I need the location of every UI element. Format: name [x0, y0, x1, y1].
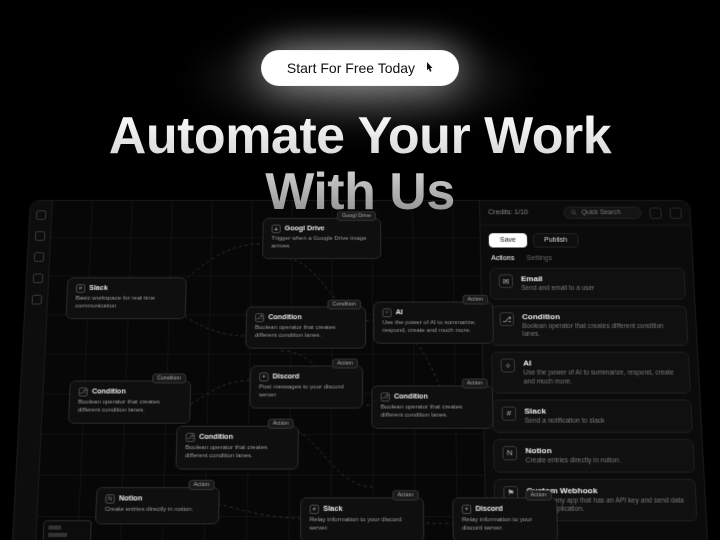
hero: Start For Free Today Automate Your Work …	[0, 0, 720, 220]
node-desc: Create entries directly in notion.	[105, 507, 210, 515]
discord-icon: ✦	[462, 505, 472, 514]
cta-label: Start For Free Today	[287, 60, 415, 76]
minimap[interactable]	[42, 520, 92, 540]
node-notion[interactable]: Action NNotion Create entries directly i…	[95, 487, 220, 524]
node-chip: Action	[392, 490, 419, 500]
publish-button[interactable]: Publish	[533, 233, 579, 247]
node-title: Slack	[89, 285, 108, 292]
notion-icon: N	[105, 494, 115, 503]
hero-headline: Automate Your Work With Us	[0, 108, 720, 220]
condition-icon: ⎇	[499, 312, 514, 326]
tool-minus-icon[interactable]	[33, 252, 44, 262]
action-condition[interactable]: ⎇ Condition Boolean operator that creates…	[490, 306, 688, 346]
action-title: Slack	[524, 406, 604, 415]
panel-tabs: Actions Settings	[481, 249, 693, 265]
node-title: AI	[396, 309, 403, 316]
tool-layers-icon[interactable]	[31, 295, 42, 305]
slack-icon: #	[310, 505, 320, 514]
discord-icon: ✦	[259, 373, 268, 382]
node-chip: Action	[188, 480, 215, 490]
node-desc: Post messages to your discord server	[259, 384, 354, 399]
headline-line-1: Automate Your Work	[109, 107, 611, 165]
branch-icon: ⎇	[381, 392, 390, 401]
action-desc: Send and email to a user	[521, 285, 595, 293]
pointer-cursor-icon	[421, 60, 437, 76]
node-desc: Boolean operator that creates different …	[381, 405, 485, 420]
email-icon: ✉	[499, 274, 513, 288]
workflow-canvas[interactable]: Googl Drive ▲Googl Drive Trigger when a …	[35, 201, 485, 540]
node-discord-2[interactable]: Action ✦Discord Relay information to you…	[452, 497, 558, 540]
node-title: Slack	[323, 506, 342, 513]
node-chip: Condition	[327, 300, 361, 310]
node-chip: Condition	[152, 374, 186, 384]
node-title: Condition	[92, 388, 126, 395]
node-discord-1[interactable]: Action ✦Discord Post messages to your di…	[249, 366, 363, 409]
node-desc: Use the power of AI to summarize, respon…	[382, 320, 484, 335]
node-desc: Boolean operator that creates different …	[255, 325, 357, 340]
action-email[interactable]: ✉ Email Send and email to a user	[489, 268, 686, 300]
tool-frame-icon[interactable]	[32, 273, 43, 283]
tool-plus-icon[interactable]	[34, 231, 45, 241]
node-condition-4[interactable]: Action ⎇Condition Boolean operator that …	[175, 426, 299, 470]
node-desc: Trigger when a Google Drive image arrive…	[271, 236, 372, 250]
action-title: Notion	[525, 446, 620, 455]
node-chip: Action	[525, 490, 552, 500]
node-desc: Boolean operator that creates different …	[185, 445, 289, 460]
slack-icon: #	[76, 284, 86, 293]
action-title: Email	[521, 274, 594, 283]
node-title: Condition	[199, 434, 233, 441]
ai-icon: ✧	[500, 359, 515, 373]
node-desc: Relay information to your discord server…	[462, 517, 549, 533]
node-desc: Boolean operator that creates different …	[78, 400, 182, 415]
branch-icon: ⎇	[185, 433, 195, 442]
tab-actions[interactable]: Actions	[491, 255, 514, 262]
action-title: Condition	[522, 312, 678, 321]
node-chip: Action	[267, 419, 293, 429]
start-free-button[interactable]: Start For Free Today	[261, 50, 459, 86]
branch-icon: ⎇	[255, 313, 264, 322]
slack-icon: #	[502, 406, 517, 420]
node-chip: Action	[462, 378, 488, 388]
action-desc: Send a notification to slack	[525, 417, 605, 425]
node-condition-1[interactable]: Condition ⎇Condition Boolean operator th…	[245, 306, 366, 348]
branch-icon: ⎇	[78, 387, 88, 396]
node-ai[interactable]: Action ✧AI Use the power of AI to summar…	[373, 302, 494, 344]
right-panel: Credits: 1/10 Quick Search Save Publish …	[479, 201, 708, 540]
node-condition-3[interactable]: Action ⎇Condition Boolean operator that …	[371, 385, 493, 428]
action-desc: Create entries directly in notion.	[526, 457, 622, 465]
action-desc: Use the power of AI to summarize, respon…	[523, 370, 681, 386]
node-desc: Relay information to your discord server…	[309, 517, 414, 533]
node-chip: Action	[462, 295, 488, 305]
action-list: ✉ Email Send and email to a user ⎇ Condit…	[481, 266, 706, 530]
action-notion[interactable]: N Notion Create entries directly in notio…	[493, 439, 695, 473]
node-desc: Basic workspace for real time communicat…	[75, 296, 177, 311]
app-mock: Googl Drive ▲Googl Drive Trigger when a …	[11, 200, 709, 540]
ai-icon: ✧	[382, 308, 391, 317]
node-chip: Action	[332, 359, 358, 369]
node-slack-2[interactable]: Action #Slack Relay information to your …	[300, 497, 424, 540]
action-ai[interactable]: ✧ AI Use the power of AI to summarize, re…	[491, 352, 691, 393]
node-title: Discord	[475, 506, 502, 513]
node-title: Condition	[268, 314, 301, 321]
node-slack[interactable]: #Slack Basic workspace for real time com…	[65, 277, 186, 319]
node-title: Googl Drive	[285, 226, 325, 233]
save-button[interactable]: Save	[489, 233, 528, 247]
action-desc: Boolean operator that creates different …	[522, 323, 679, 339]
node-title: Discord	[273, 374, 300, 381]
notion-icon: N	[502, 446, 517, 460]
panel-buttons: Save Publish	[480, 226, 691, 250]
action-slack[interactable]: # Slack Send a notification to slack	[492, 399, 693, 432]
node-google-drive[interactable]: Googl Drive ▲Googl Drive Trigger when a …	[262, 218, 381, 259]
node-condition-2[interactable]: Condition ⎇Condition Boolean operator th…	[68, 380, 191, 423]
tab-settings[interactable]: Settings	[526, 255, 552, 262]
headline-line-2: With Us	[265, 163, 455, 221]
drive-icon: ▲	[272, 225, 281, 234]
action-title: AI	[523, 359, 680, 368]
node-title: Notion	[119, 495, 142, 502]
app-mock-wrap: Googl Drive ▲Googl Drive Trigger when a …	[30, 200, 690, 540]
node-title: Condition	[394, 393, 428, 400]
